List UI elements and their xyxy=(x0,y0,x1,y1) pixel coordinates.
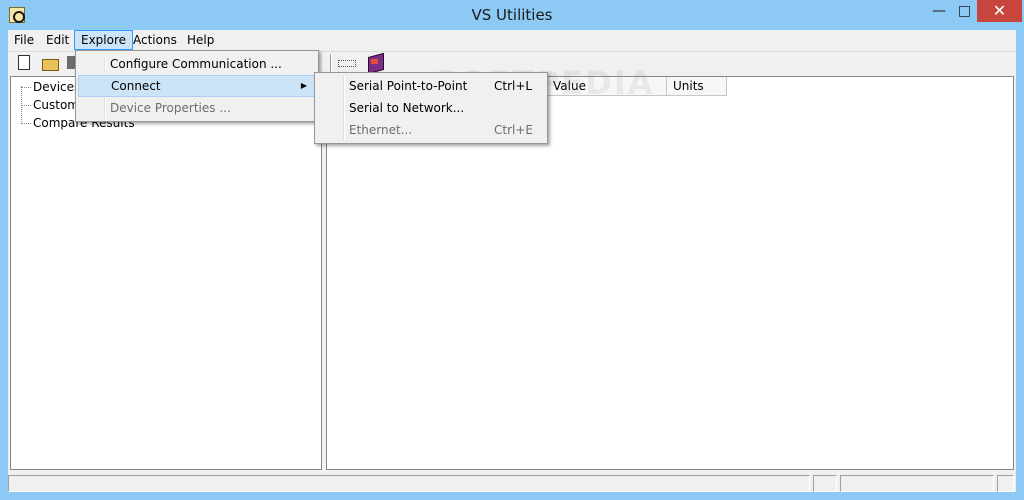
grid-icon[interactable] xyxy=(337,54,356,72)
menu-item-label: Connect xyxy=(111,79,161,93)
app-window: VS Utilities — □ ✕ File Edit Explore Act… xyxy=(0,0,1024,500)
status-panel-main xyxy=(8,475,810,492)
minimize-button[interactable]: — xyxy=(926,0,952,22)
tree-connector xyxy=(21,86,22,122)
menu-actions[interactable]: Actions xyxy=(127,30,183,50)
book-icon[interactable] xyxy=(366,54,384,72)
menu-item-shortcut: Ctrl+L xyxy=(494,79,533,93)
menu-item-connect[interactable]: Connect ▶ xyxy=(78,75,316,97)
menu-file[interactable]: File xyxy=(8,30,40,50)
window-title: VS Utilities xyxy=(471,6,553,24)
menu-item-shortcut: Ctrl+E xyxy=(494,123,533,137)
status-panel-small xyxy=(813,475,837,492)
menu-item-label: Serial Point-to-Point xyxy=(349,79,468,93)
column-header-units[interactable]: Units xyxy=(667,77,727,96)
status-panel-grip xyxy=(997,475,1014,492)
menu-bar: File Edit Explore Actions Help xyxy=(8,30,1016,50)
menu-item-serial-point-to-point[interactable]: Serial Point-to-Point Ctrl+L xyxy=(317,75,545,97)
menu-item-label: Ethernet... xyxy=(349,123,413,137)
explore-menu: Configure Communication ... Connect ▶ De… xyxy=(75,50,319,122)
menu-item-ethernet[interactable]: Ethernet... Ctrl+E xyxy=(317,119,545,141)
menu-edit[interactable]: Edit xyxy=(40,30,75,50)
close-button[interactable]: ✕ xyxy=(977,0,1022,22)
menu-item-serial-to-network[interactable]: Serial to Network... xyxy=(317,97,545,119)
menu-item-label: Device Properties ... xyxy=(110,101,231,115)
connect-submenu: Serial Point-to-Point Ctrl+L Serial to N… xyxy=(314,72,548,144)
tree-pane[interactable]: Devices Custom Compare Results xyxy=(10,76,322,470)
column-header-value[interactable]: Value xyxy=(547,77,667,96)
submenu-arrow-icon: ▶ xyxy=(300,81,307,90)
open-folder-icon[interactable] xyxy=(41,54,59,72)
maximize-button[interactable]: □ xyxy=(952,0,977,22)
menu-item-label: Configure Communication ... xyxy=(110,57,282,71)
toolbar-separator xyxy=(330,54,332,72)
menu-item-device-properties[interactable]: Device Properties ... xyxy=(78,97,316,119)
status-bar xyxy=(8,473,1016,492)
new-document-icon[interactable] xyxy=(18,55,30,70)
menu-help[interactable]: Help xyxy=(181,30,220,50)
menu-explore[interactable]: Explore xyxy=(74,30,134,50)
tree-item-label: Custom xyxy=(33,98,79,112)
menu-item-label: Serial to Network... xyxy=(349,101,465,115)
title-bar[interactable]: VS Utilities — □ ✕ xyxy=(0,0,1024,30)
tree-item-label: Devices xyxy=(33,80,81,94)
status-panel-right xyxy=(840,475,994,492)
menu-item-configure-communication[interactable]: Configure Communication ... xyxy=(78,53,316,75)
